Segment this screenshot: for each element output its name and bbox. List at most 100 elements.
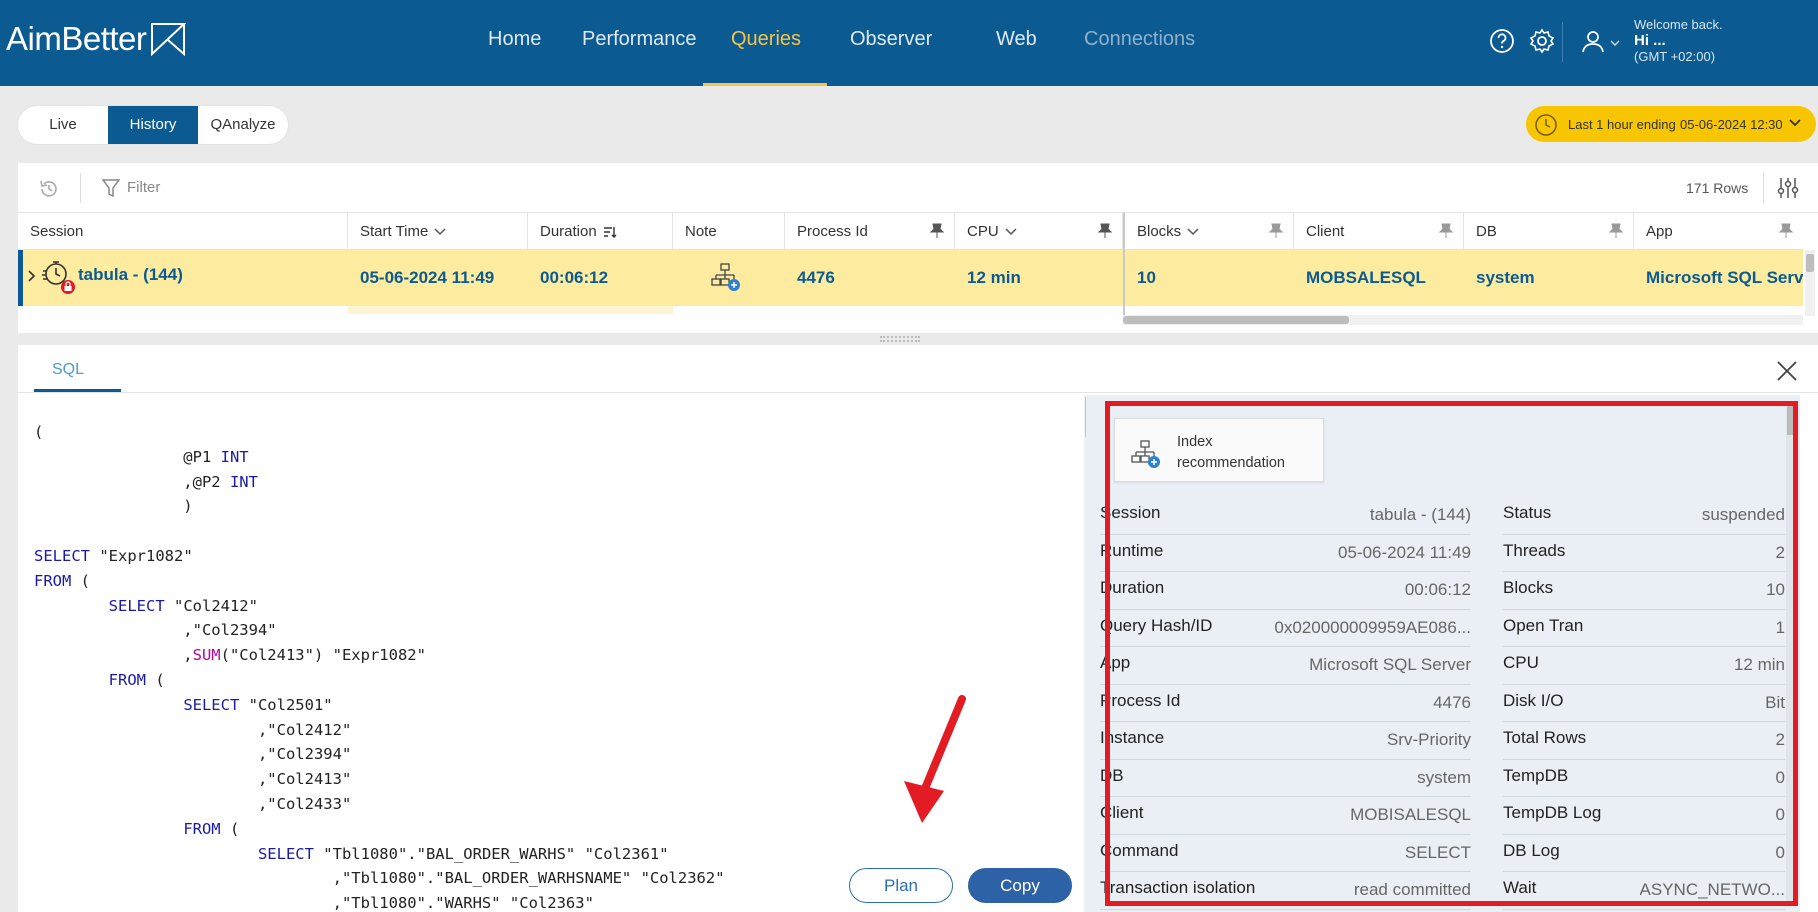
time-range-selector[interactable]: Last 1 hour ending 05-06-2024 12:30 — [1526, 106, 1816, 142]
info-value: 0 — [1775, 767, 1785, 787]
nav-performance[interactable]: Performance — [582, 28, 697, 51]
plan-button[interactable]: Plan — [849, 868, 953, 903]
filter-input[interactable]: Filter — [127, 179, 160, 196]
scroll-thumb[interactable] — [1787, 405, 1795, 435]
info-key: Blocks — [1503, 578, 1554, 597]
col-db-label: DB — [1476, 223, 1497, 240]
info-row: Disk I/O Bit — [1503, 685, 1785, 722]
nav-home[interactable]: Home — [488, 28, 541, 51]
nav-queries[interactable]: Queries — [731, 28, 801, 51]
info-key: App — [1100, 653, 1131, 672]
sql-code-view[interactable]: ( @P1 INT ,@P2 INT ) SELECT "Expr1082" FR… — [34, 420, 1094, 910]
info-row: Instance Srv-Priority — [1100, 722, 1471, 760]
annotation-arrow-icon — [904, 695, 966, 823]
pin-icon[interactable] — [1779, 223, 1793, 239]
col-process-id-label: Process Id — [797, 223, 868, 240]
info-value: Bit — [1765, 692, 1785, 712]
pin-icon[interactable] — [1098, 223, 1112, 239]
info-value: 00:06:12 — [1404, 580, 1471, 599]
column-settings-icon[interactable] — [1776, 176, 1800, 200]
copy-button[interactable]: Copy — [968, 868, 1072, 903]
tab-sql[interactable]: SQL — [52, 361, 84, 379]
info-scrollbar[interactable] — [1786, 405, 1796, 905]
info-key: Duration — [1100, 578, 1165, 597]
info-row: Query Hash/ID 0x020000009959AE086... — [1100, 610, 1471, 647]
info-value: Srv-Priority — [1386, 730, 1471, 749]
col-app[interactable]: App — [1634, 213, 1803, 250]
col-cpu[interactable]: CPU — [955, 213, 1123, 250]
table-row[interactable] — [18, 306, 1803, 314]
col-db[interactable]: DB — [1464, 213, 1634, 250]
col-duration[interactable]: Duration — [528, 213, 673, 250]
scroll-thumb[interactable] — [1806, 254, 1814, 272]
tab-history[interactable]: History — [108, 106, 198, 144]
scroll-thumb[interactable] — [1123, 316, 1349, 324]
col-blocks-label: Blocks — [1137, 223, 1182, 240]
grid-vertical-scrollbar[interactable] — [1805, 250, 1815, 316]
info-value: 10 — [1766, 580, 1785, 599]
settings-gear-icon[interactable] — [1529, 28, 1555, 54]
index-recommendation-icon — [1131, 440, 1160, 468]
pin-icon[interactable] — [1439, 223, 1453, 239]
cell-db: system — [1476, 268, 1535, 287]
info-row: Transaction isolation read committed — [1100, 872, 1471, 910]
info-value: SELECT — [1404, 842, 1471, 862]
col-start-time-label: Start Time — [360, 223, 429, 240]
info-key: Wait — [1503, 878, 1537, 897]
info-row: TempDB Log 0 — [1503, 797, 1785, 835]
grid-horizontal-scrollbar[interactable] — [1123, 315, 1803, 325]
info-value: 1 — [1775, 617, 1785, 637]
panel-resize-handle[interactable] — [880, 336, 920, 342]
col-note[interactable]: Note — [673, 213, 785, 250]
index-recommendation-button[interactable]: Index recommendation — [1114, 418, 1324, 482]
code-line: ,@P2 INT — [34, 472, 258, 491]
cell-blocks: 10 — [1137, 268, 1156, 287]
user-avatar-icon[interactable] — [1580, 28, 1606, 54]
info-key: DB Log — [1503, 840, 1560, 860]
info-row: Threads 2 — [1503, 535, 1785, 572]
info-row: Total Rows 2 — [1503, 722, 1785, 760]
info-row: Duration 00:06:12 — [1100, 572, 1471, 610]
cell-duration: 00:06:12 — [540, 268, 609, 287]
user-greeting: Hi ... — [1634, 32, 1666, 49]
user-menu-chevron-icon[interactable] — [1610, 40, 1620, 47]
pin-icon[interactable] — [930, 223, 944, 239]
info-row: DB system — [1100, 760, 1471, 797]
info-value: 0 — [1775, 805, 1785, 824]
nav-observer[interactable]: Observer — [850, 28, 932, 51]
col-app-label: App — [1646, 223, 1673, 240]
col-client[interactable]: Client — [1294, 213, 1464, 250]
toolbar-divider — [1763, 173, 1764, 203]
mode-tabs: Live History QAnalyze — [18, 106, 288, 144]
info-key: Query Hash/ID — [1100, 615, 1213, 635]
time-range-label: Last 1 hour ending — [1568, 117, 1676, 132]
filter-icon[interactable] — [102, 178, 120, 198]
col-start-time[interactable]: Start Time — [348, 213, 528, 250]
pin-icon[interactable] — [1269, 223, 1283, 239]
history-refresh-icon[interactable] — [38, 178, 60, 200]
col-process-id[interactable]: Process Id — [785, 213, 955, 250]
nav-connections[interactable]: Connections — [1084, 28, 1195, 51]
col-blocks[interactable]: Blocks — [1125, 213, 1294, 250]
cell-start-time: 05-06-2024 11:49 — [360, 268, 495, 287]
info-value: read committed — [1353, 880, 1471, 899]
pin-icon[interactable] — [1609, 223, 1623, 239]
table-row[interactable]: tabula - (144) 05-06-2024 11:49 00:06:12… — [18, 250, 1803, 306]
execution-plan-icon[interactable] — [711, 262, 741, 292]
code-line: ,"Col2394" — [34, 621, 277, 640]
logo-mark-icon — [151, 23, 186, 56]
app-logo[interactable]: AimBetter — [6, 20, 147, 58]
close-icon[interactable] — [1776, 360, 1798, 382]
cell-process-id: 4476 — [797, 268, 835, 287]
nav-web[interactable]: Web — [996, 28, 1037, 51]
col-cpu-label: CPU — [967, 223, 999, 240]
col-session[interactable]: Session — [18, 213, 348, 250]
info-key: TempDB — [1503, 765, 1569, 785]
info-key: Runtime — [1100, 540, 1164, 560]
tab-live[interactable]: Live — [18, 106, 108, 144]
row-count: 171 Rows — [1686, 180, 1749, 196]
tab-qanalyze[interactable]: QAnalyze — [198, 106, 288, 144]
info-value: suspended — [1701, 505, 1785, 524]
help-icon[interactable] — [1489, 28, 1515, 54]
chevron-down-icon — [434, 228, 446, 236]
